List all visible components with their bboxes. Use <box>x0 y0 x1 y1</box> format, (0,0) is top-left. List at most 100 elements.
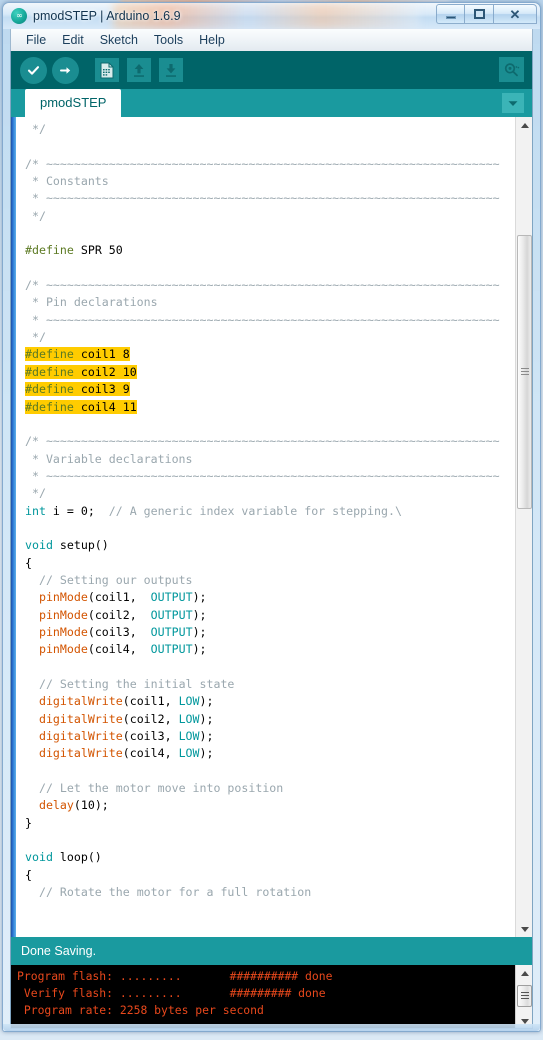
code-token: */ <box>25 486 46 501</box>
upload-button[interactable] <box>50 55 80 85</box>
editor-scroll-up-button[interactable] <box>516 117 532 133</box>
toolbar <box>11 51 532 89</box>
code-line: { <box>25 555 515 572</box>
arduino-infinity-icon: ∞ <box>11 8 27 24</box>
menu-item-edit[interactable]: Edit <box>54 31 92 50</box>
open-button[interactable] <box>124 55 154 85</box>
triangle-up-icon <box>520 122 529 128</box>
arduino-icon-glyph: ∞ <box>16 11 23 20</box>
code-line: */ <box>25 121 515 138</box>
code-line: * Variable declarations <box>25 451 515 468</box>
code-token: (coil4, <box>122 746 179 761</box>
console-line: Program rate: 2258 bytes per second <box>17 1003 264 1017</box>
code-token: (coil4, <box>87 642 151 657</box>
editor-vertical-scrollbar[interactable] <box>515 117 532 937</box>
arduino-ide-window: ∞ pmodSTEP | Arduino 1.6.9 ✕ File Edit S… <box>2 2 541 1032</box>
menubar: File Edit Sketch Tools Help <box>10 29 533 51</box>
window-titlebar[interactable]: ∞ pmodSTEP | Arduino 1.6.9 ✕ <box>3 3 540 29</box>
console-vertical-scrollbar[interactable] <box>515 965 532 1028</box>
code-token: OUTPUT <box>150 642 193 657</box>
close-icon: ✕ <box>509 6 521 22</box>
minimize-button[interactable] <box>436 4 465 24</box>
console-line: Verify flash: ......... ######### done <box>17 986 326 1000</box>
menu-item-help[interactable]: Help <box>191 31 233 50</box>
code-line: /* ~~~~~~~~~~~~~~~~~~~~~~~~~~~~~~~~~~~~~… <box>25 433 515 450</box>
code-token: (10); <box>73 798 109 813</box>
triangle-up-icon <box>520 970 529 976</box>
code-token: /* ~~~~~~~~~~~~~~~~~~~~~~~~~~~~~~~~~~~~~… <box>25 434 500 449</box>
code-line: #define coil1 8 <box>25 346 515 363</box>
code-token: /* ~~~~~~~~~~~~~~~~~~~~~~~~~~~~~~~~~~~~~… <box>25 278 500 293</box>
scrollbar-grip <box>521 368 529 376</box>
code-line: * ~~~~~~~~~~~~~~~~~~~~~~~~~~~~~~~~~~~~~~… <box>25 190 515 207</box>
editor-scrollbar-thumb[interactable] <box>517 235 532 509</box>
code-token: ); <box>199 694 214 709</box>
code-token: digitalWrite <box>38 711 123 726</box>
code-line: // Setting the initial state <box>25 676 515 693</box>
editor-scroll-down-button[interactable] <box>516 921 532 937</box>
code-line: pinMode(coil4, OUTPUT); <box>25 641 515 658</box>
code-line: // Let the motor move into position <box>25 780 515 797</box>
close-button[interactable]: ✕ <box>494 4 537 24</box>
code-token: // Setting our outputs <box>38 572 193 587</box>
serial-monitor-button[interactable] <box>499 57 524 82</box>
code-token: digitalWrite <box>38 694 123 709</box>
code-token: void <box>25 850 53 865</box>
console-line: Program flash: ......... ########## done <box>17 969 333 983</box>
menu-item-tools[interactable]: Tools <box>146 31 191 50</box>
code-line: delay(10); <box>25 797 515 814</box>
code-line: * ~~~~~~~~~~~~~~~~~~~~~~~~~~~~~~~~~~~~~~… <box>25 312 515 329</box>
code-line: #define coil3 9 <box>25 381 515 398</box>
new-button[interactable] <box>92 55 122 85</box>
code-editor[interactable]: */ /* ~~~~~~~~~~~~~~~~~~~~~~~~~~~~~~~~~~… <box>11 117 532 937</box>
verify-button[interactable] <box>18 55 48 85</box>
code-line: digitalWrite(coil1, LOW); <box>25 693 515 710</box>
code-token: pinMode <box>38 607 88 622</box>
code-text-area[interactable]: */ /* ~~~~~~~~~~~~~~~~~~~~~~~~~~~~~~~~~~… <box>16 117 515 937</box>
code-line: #define coil2 10 <box>25 364 515 381</box>
console-scrollbar-thumb[interactable] <box>517 985 532 1007</box>
tabstrip: pmodSTEP <box>11 89 532 117</box>
code-line: */ <box>25 329 515 346</box>
code-line: pinMode(coil3, OUTPUT); <box>25 624 515 641</box>
code-line: pinMode(coil1, OUTPUT); <box>25 589 515 606</box>
console-output[interactable]: Program flash: ......... ########## done… <box>11 965 515 1028</box>
code-token: (coil3, <box>122 729 179 744</box>
code-line: digitalWrite(coil2, LOW); <box>25 711 515 728</box>
tab-pmodstep[interactable]: pmodSTEP <box>25 89 122 117</box>
verify-icon <box>19 56 47 84</box>
code-token: * Constants <box>25 174 109 189</box>
code-token: #define <box>25 347 74 362</box>
code-token: #define <box>25 364 74 379</box>
arrow-down-icon <box>159 58 183 82</box>
tab-menu-button[interactable] <box>502 93 524 113</box>
code-token: * ~~~~~~~~~~~~~~~~~~~~~~~~~~~~~~~~~~~~~~… <box>25 468 500 483</box>
code-line: * ~~~~~~~~~~~~~~~~~~~~~~~~~~~~~~~~~~~~~~… <box>25 468 515 485</box>
code-line: * Pin declarations <box>25 294 515 311</box>
code-line: int i = 0; // A generic index variable f… <box>25 503 515 520</box>
new-document-icon <box>95 58 119 82</box>
code-token: pinMode <box>38 590 88 605</box>
code-token: (coil2, <box>87 607 151 622</box>
window-footer <box>3 1024 540 1031</box>
code-token: pinMode <box>38 642 88 657</box>
console-scroll-up-button[interactable] <box>516 965 532 981</box>
menu-item-file[interactable]: File <box>18 31 54 50</box>
menu-item-sketch[interactable]: Sketch <box>92 31 146 50</box>
minimize-icon <box>445 15 456 19</box>
window-controls: ✕ <box>436 4 537 24</box>
maximize-button[interactable] <box>465 4 494 24</box>
code-token: OUTPUT <box>150 607 193 622</box>
save-button[interactable] <box>156 55 186 85</box>
